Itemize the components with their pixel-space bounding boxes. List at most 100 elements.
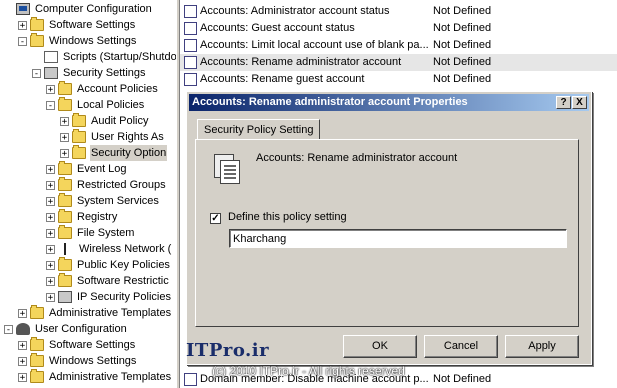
tree-item[interactable]: - User Configuration bbox=[4, 321, 128, 337]
cancel-button[interactable]: Cancel bbox=[424, 335, 498, 358]
folder-icon bbox=[30, 33, 44, 47]
dialog-titlebar[interactable]: Accounts: Rename administrator account P… bbox=[189, 94, 589, 111]
expand-icon[interactable]: + bbox=[46, 180, 55, 190]
tree-item[interactable]: + Registry bbox=[46, 209, 118, 225]
tab-security-policy-setting[interactable]: Security Policy Setting bbox=[197, 119, 321, 140]
expand-icon[interactable]: + bbox=[46, 212, 55, 222]
tree-item-label: Security Settings bbox=[63, 67, 146, 79]
tree-item-label: Administrative Templates bbox=[49, 307, 172, 319]
tree-item[interactable]: + Software Settings bbox=[18, 17, 136, 33]
define-policy-checkbox[interactable]: ✓ bbox=[210, 213, 221, 224]
collapse-icon[interactable]: - bbox=[18, 36, 27, 46]
folder-icon bbox=[72, 129, 86, 143]
folder-icon bbox=[30, 337, 44, 351]
tree-item[interactable]: + Administrative Templates bbox=[18, 305, 172, 321]
policy-name: Accounts: Rename administrator account bbox=[256, 152, 458, 164]
folder-icon bbox=[58, 161, 72, 175]
tree-item-label: Account Policies bbox=[77, 83, 158, 95]
tree-item-label: Audit Policy bbox=[91, 115, 149, 127]
tree-item[interactable]: + Restricted Groups bbox=[46, 177, 167, 193]
tab-panel: Accounts: Rename administrator account ✓… bbox=[195, 139, 579, 327]
expand-icon[interactable]: + bbox=[46, 244, 55, 254]
tree-item-label: File System bbox=[77, 227, 135, 239]
console-tree: Computer Configuration + Software Settings… bbox=[0, 0, 176, 388]
expand-icon[interactable]: + bbox=[46, 164, 55, 174]
shield-icon bbox=[44, 67, 58, 79]
expand-icon[interactable]: + bbox=[46, 84, 55, 94]
tree-item[interactable]: + IP Security Policies bbox=[46, 289, 172, 305]
tree-item-label: Windows Settings bbox=[49, 35, 137, 47]
tree-item[interactable]: Scripts (Startup/Shutdo bbox=[32, 49, 176, 65]
ok-button[interactable]: OK bbox=[343, 335, 417, 358]
collapse-icon[interactable]: - bbox=[46, 100, 55, 110]
folder-icon bbox=[58, 177, 72, 191]
expand-icon[interactable]: + bbox=[46, 292, 55, 302]
antenna-icon bbox=[64, 243, 68, 255]
expand-icon[interactable]: + bbox=[46, 276, 55, 286]
tree-item[interactable]: + Public Key Policies bbox=[46, 257, 171, 273]
folder-icon bbox=[58, 97, 72, 111]
table-row[interactable]: Accounts: Limit local account use of bla… bbox=[180, 37, 617, 54]
dialog-title: Accounts: Rename administrator account P… bbox=[192, 96, 468, 108]
table-row[interactable]: Accounts: Rename administrator account No… bbox=[180, 54, 617, 71]
tree-item-label: Software Restrictic bbox=[77, 275, 169, 287]
collapse-icon[interactable]: - bbox=[32, 68, 41, 78]
watermark-brand: ITPro.ir bbox=[186, 340, 270, 361]
apply-button[interactable]: Apply bbox=[505, 335, 579, 358]
table-row[interactable]: Accounts: Guest account status Not Define… bbox=[180, 20, 617, 37]
policy-icon bbox=[184, 5, 197, 18]
properties-dialog: Accounts: Rename administrator account P… bbox=[186, 91, 592, 365]
folder-icon bbox=[58, 273, 72, 287]
define-policy-label[interactable]: Define this policy setting bbox=[228, 211, 347, 223]
tree-item[interactable]: + Security Option bbox=[60, 145, 168, 161]
tree-item[interactable]: + File System bbox=[46, 225, 135, 241]
expand-icon[interactable]: + bbox=[18, 340, 27, 350]
policy-value-cell: Not Defined bbox=[433, 22, 492, 34]
tree-item-label: Scripts (Startup/Shutdo bbox=[63, 51, 176, 63]
help-button[interactable]: ? bbox=[556, 96, 571, 109]
table-row[interactable]: Accounts: Rename guest account Not Define… bbox=[180, 71, 617, 88]
expand-icon[interactable]: + bbox=[46, 196, 55, 206]
tree-item[interactable]: + Software Restrictic bbox=[46, 273, 170, 289]
table-row[interactable]: Accounts: Administrator account status No… bbox=[180, 3, 617, 20]
tree-item-label: Software Settings bbox=[49, 19, 136, 31]
expand-icon[interactable]: + bbox=[18, 308, 27, 318]
tree-item[interactable]: + Audit Policy bbox=[60, 113, 149, 129]
expand-icon bbox=[4, 5, 13, 14]
tree-item[interactable]: + User Rights As bbox=[60, 129, 165, 145]
folder-icon bbox=[58, 193, 72, 207]
tree-item-label: User Configuration bbox=[35, 323, 127, 335]
expand-icon[interactable]: + bbox=[60, 116, 69, 126]
collapse-icon[interactable]: - bbox=[4, 324, 13, 334]
doc-icon bbox=[44, 51, 58, 63]
expand-icon[interactable]: + bbox=[60, 132, 69, 142]
policy-icon bbox=[184, 73, 197, 86]
tree-item-label: Public Key Policies bbox=[77, 259, 170, 271]
policy-value-cell: Not Defined bbox=[433, 39, 492, 51]
policy-name-cell: Accounts: Rename guest account bbox=[200, 73, 365, 85]
tree-item-label: Software Settings bbox=[49, 339, 136, 351]
tree-item[interactable]: - Local Policies bbox=[46, 97, 145, 113]
tree-item[interactable]: + System Services bbox=[46, 193, 160, 209]
expand-icon[interactable]: + bbox=[18, 20, 27, 30]
policy-name-cell: Accounts: Rename administrator account bbox=[200, 56, 402, 68]
close-button[interactable]: X bbox=[572, 96, 587, 109]
tree-item[interactable]: Computer Configuration bbox=[4, 1, 153, 17]
policy-icon bbox=[184, 22, 197, 35]
account-name-input[interactable] bbox=[229, 229, 567, 248]
tree-item[interactable]: + Account Policies bbox=[46, 81, 159, 97]
expand-icon[interactable]: + bbox=[60, 148, 69, 158]
tree-item[interactable]: + Software Settings bbox=[18, 337, 136, 353]
folder-icon bbox=[58, 257, 72, 271]
folder-icon bbox=[72, 113, 86, 127]
folder-icon bbox=[58, 225, 72, 239]
tree-item[interactable]: - Windows Settings bbox=[18, 33, 137, 49]
policy-name-cell: Accounts: Guest account status bbox=[200, 22, 355, 34]
shield-icon bbox=[58, 291, 72, 303]
tree-item[interactable]: - Security Settings bbox=[32, 65, 147, 81]
expand-icon[interactable]: + bbox=[46, 228, 55, 238]
tree-item-label: Wireless Network ( bbox=[79, 243, 172, 255]
tree-item[interactable]: + Wireless Network ( bbox=[46, 241, 172, 257]
expand-icon[interactable]: + bbox=[46, 260, 55, 270]
tree-item[interactable]: + Event Log bbox=[46, 161, 128, 177]
